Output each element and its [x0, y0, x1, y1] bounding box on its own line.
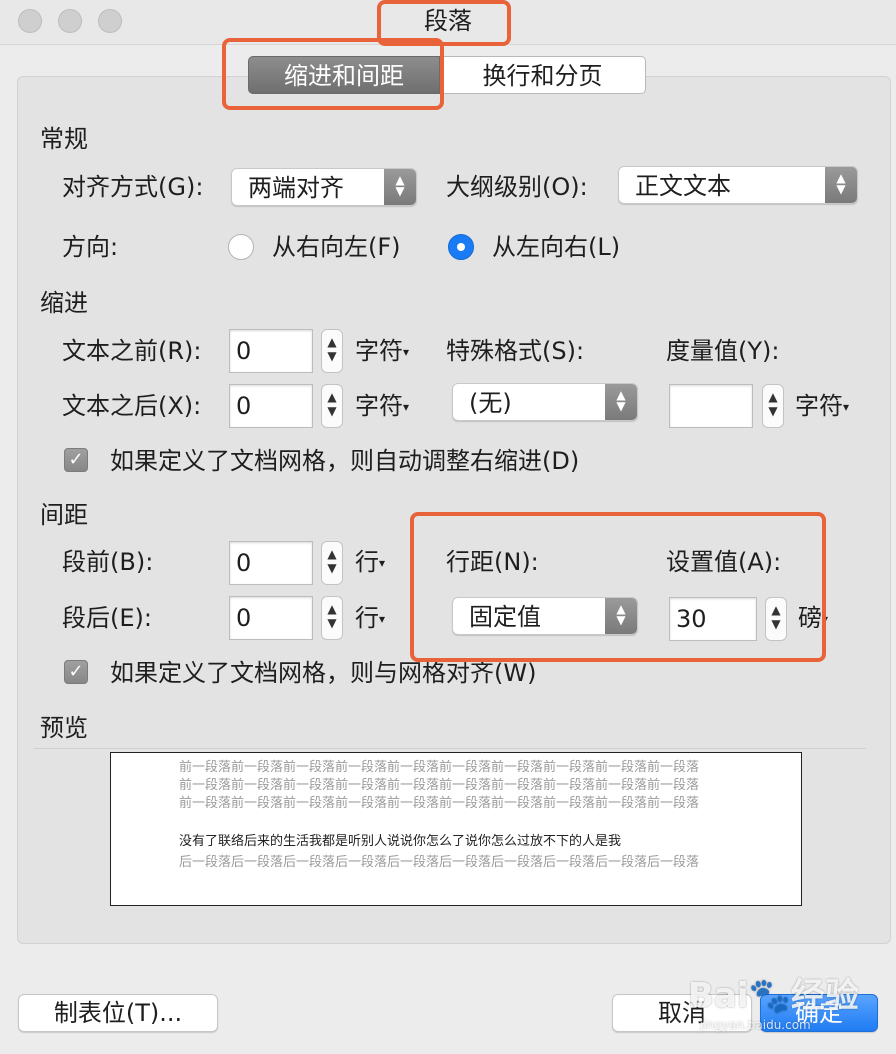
- snap-to-grid-checkbox[interactable]: ✓: [64, 660, 88, 684]
- spacing-before-stepper[interactable]: ▲ ▼: [321, 541, 343, 585]
- watermark-url: jingyan.baidu.com: [700, 1018, 811, 1032]
- watermark-logo: Bai🐾经验: [688, 976, 859, 1016]
- indent-before-stepper[interactable]: ▲ ▼: [321, 329, 343, 373]
- preview-box: 前一段落前一段落前一段落前一段落前一段落前一段落前一段落前一段落前一段落前一段落…: [110, 752, 802, 906]
- tab-stops-button[interactable]: 制表位(T)...: [18, 994, 218, 1032]
- spacing-after-input[interactable]: 0: [229, 596, 313, 640]
- indent-before-label: 文本之前(R):: [62, 337, 202, 365]
- preview-before-line: 前一段落前一段落前一段落前一段落前一段落前一段落前一段落前一段落前一段落前一段落: [179, 796, 700, 811]
- spacing-after-label: 段后(E):: [62, 604, 152, 632]
- special-format-select[interactable]: (无) ▲ ▼: [452, 383, 638, 421]
- spacing-after-stepper[interactable]: ▲ ▼: [321, 596, 343, 640]
- indent-before-input[interactable]: 0: [229, 329, 313, 373]
- preview-before-line: 前一段落前一段落前一段落前一段落前一段落前一段落前一段落前一段落前一段落前一段落: [179, 760, 700, 775]
- outline-level-value: 正文文本: [635, 172, 731, 200]
- radio-ltr[interactable]: [448, 234, 474, 260]
- select-arrows-icon: ▲ ▼: [825, 167, 857, 203]
- caret-down-icon: ▾: [843, 400, 850, 414]
- measure-input[interactable]: [669, 384, 753, 428]
- highlight-tab: [222, 38, 444, 110]
- paw-icon: 🐾: [748, 976, 791, 1016]
- spacing-before-input[interactable]: 0: [229, 541, 313, 585]
- alignment-label: 对齐方式(G):: [62, 173, 204, 201]
- auto-adjust-label[interactable]: 如果定义了文档网格，则自动调整右缩进(D): [110, 446, 579, 476]
- divider: [34, 748, 866, 749]
- measure-unit[interactable]: 字符▾: [795, 391, 849, 422]
- select-arrows-icon: ▲ ▼: [384, 169, 416, 205]
- outline-level-label: 大纲级别(O):: [446, 173, 588, 201]
- radio-rtl[interactable]: [228, 234, 254, 260]
- indent-after-input[interactable]: 0: [229, 384, 313, 428]
- checkmark-icon: ✓: [68, 661, 84, 682]
- spacing-before-unit[interactable]: 行▾: [355, 547, 385, 578]
- preview-before-line: 前一段落前一段落前一段落前一段落前一段落前一段落前一段落前一段落前一段落前一段落: [179, 778, 700, 793]
- indent-after-label: 文本之后(X):: [62, 392, 202, 420]
- section-general: 常规: [40, 125, 88, 153]
- section-indent: 缩进: [40, 289, 88, 317]
- section-spacing: 间距: [40, 501, 88, 529]
- indent-after-stepper[interactable]: ▲ ▼: [321, 384, 343, 428]
- checkmark-icon: ✓: [68, 449, 84, 470]
- radio-ltr-label[interactable]: 从左向右(L): [492, 232, 620, 262]
- outline-level-select[interactable]: 正文文本 ▲ ▼: [618, 166, 858, 204]
- measure-stepper[interactable]: ▲ ▼: [762, 384, 784, 428]
- spacing-before-label: 段前(B):: [62, 548, 154, 576]
- special-format-label: 特殊格式(S):: [446, 337, 585, 365]
- spacing-after-unit[interactable]: 行▾: [355, 603, 385, 634]
- highlight-line-spacing: [410, 512, 826, 662]
- caret-down-icon: ▾: [403, 400, 410, 414]
- measure-label: 度量值(Y):: [666, 337, 780, 365]
- indent-after-unit[interactable]: 字符▾: [355, 391, 409, 422]
- special-format-value: (无): [469, 389, 512, 417]
- snap-to-grid-label[interactable]: 如果定义了文档网格，则与网格对齐(W): [110, 658, 536, 688]
- alignment-select[interactable]: 两端对齐 ▲ ▼: [231, 168, 417, 206]
- section-preview: 预览: [40, 714, 88, 742]
- direction-label: 方向:: [62, 233, 119, 261]
- indent-before-unit[interactable]: 字符▾: [355, 336, 409, 367]
- caret-down-icon: ▾: [379, 556, 386, 570]
- radio-rtl-label[interactable]: 从右向左(F): [272, 232, 401, 262]
- preview-main-text: 没有了联络后来的生活我都是听别人说说你怎么了说你怎么过放不下的人是我: [179, 834, 622, 849]
- caret-down-icon: ▾: [403, 345, 410, 359]
- alignment-value: 两端对齐: [248, 174, 344, 202]
- tab-line-page-breaks[interactable]: 换行和分页: [440, 56, 646, 94]
- select-arrows-icon: ▲ ▼: [605, 384, 637, 420]
- auto-adjust-checkbox[interactable]: ✓: [64, 448, 88, 472]
- caret-down-icon: ▾: [379, 612, 386, 626]
- preview-after-line: 后一段落后一段落后一段落后一段落后一段落后一段落后一段落后一段落后一段落后一段落: [179, 855, 700, 870]
